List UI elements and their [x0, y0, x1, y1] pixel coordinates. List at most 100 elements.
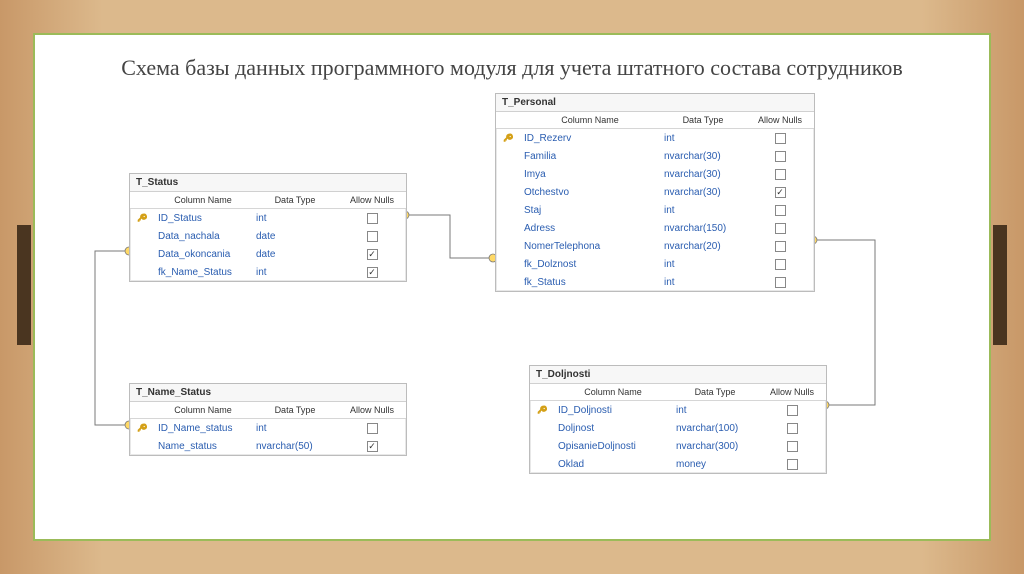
checkbox-icon — [775, 133, 786, 144]
table-row: fk_Dolznostint — [496, 255, 814, 273]
table-body: ID_RezervintFamilianvarchar(30)Imyanvarc… — [496, 129, 814, 291]
data-type-cell: nvarchar(150) — [660, 223, 746, 234]
table-header-row: Column Name Data Type Allow Nulls — [130, 192, 406, 209]
key-icon — [137, 423, 147, 433]
checkbox-icon — [775, 259, 786, 270]
checkbox-icon — [787, 405, 798, 416]
header-data-type: Data Type — [660, 112, 746, 128]
column-name-cell: fk_Status — [520, 277, 660, 288]
table-title: T_Name_Status — [130, 384, 406, 402]
primary-key-cell — [130, 423, 154, 433]
table-body: ID_DoljnostiintDoljnostnvarchar(100)Opis… — [530, 401, 826, 473]
column-name-cell: Doljnost — [554, 423, 672, 434]
checkbox-icon — [787, 459, 798, 470]
header-data-type: Data Type — [672, 384, 758, 400]
table-row: Adressnvarchar(150) — [496, 219, 814, 237]
allow-nulls-cell — [746, 187, 814, 198]
table-title: T_Personal — [496, 94, 814, 112]
table-row: Stajint — [496, 201, 814, 219]
table-t-doljnosti: T_Doljnosti Column Name Data Type Allow … — [529, 365, 827, 474]
table-body: ID_StatusintData_nachaladateData_okoncan… — [130, 209, 406, 281]
data-type-cell: money — [672, 459, 758, 470]
column-name-cell: ID_Rezerv — [520, 133, 660, 144]
checkbox-icon — [367, 267, 378, 278]
allow-nulls-cell — [758, 423, 826, 434]
checkbox-icon — [367, 441, 378, 452]
checkbox-icon — [775, 187, 786, 198]
checkbox-icon — [367, 231, 378, 242]
allow-nulls-cell — [338, 423, 406, 434]
header-allow-nulls: Allow Nulls — [746, 112, 814, 128]
allow-nulls-cell — [746, 205, 814, 216]
table-row: Familianvarchar(30) — [496, 147, 814, 165]
table-row: ID_Statusint — [130, 209, 406, 227]
column-name-cell: NomerTelephona — [520, 241, 660, 252]
data-type-cell: int — [660, 205, 746, 216]
table-row: OpisanieDoljnostinvarchar(300) — [530, 437, 826, 455]
checkbox-icon — [787, 441, 798, 452]
header-column-name: Column Name — [154, 192, 252, 208]
column-name-cell: Otchestvo — [520, 187, 660, 198]
slide-frame: Схема базы данных программного модуля дл… — [33, 33, 991, 541]
column-name-cell: Imya — [520, 169, 660, 180]
allow-nulls-cell — [746, 133, 814, 144]
checkbox-icon — [775, 151, 786, 162]
table-row: Data_okoncaniadate — [130, 245, 406, 263]
column-name-cell: Data_nachala — [154, 231, 252, 242]
column-name-cell: Adress — [520, 223, 660, 234]
column-name-cell: ID_Doljnosti — [554, 405, 672, 416]
table-row: Data_nachaladate — [130, 227, 406, 245]
table-row: NomerTelephonanvarchar(20) — [496, 237, 814, 255]
allow-nulls-cell — [758, 459, 826, 470]
data-type-cell: int — [252, 267, 338, 278]
header-column-name: Column Name — [520, 112, 660, 128]
key-icon — [503, 133, 513, 143]
allow-nulls-cell — [338, 249, 406, 260]
primary-key-cell — [130, 213, 154, 223]
checkbox-icon — [775, 205, 786, 216]
table-row: Otchestvonvarchar(30) — [496, 183, 814, 201]
checkbox-icon — [787, 423, 798, 434]
key-icon — [137, 213, 147, 223]
column-name-cell: OpisanieDoljnosti — [554, 441, 672, 452]
data-type-cell: date — [252, 249, 338, 260]
table-row: Imyanvarchar(30) — [496, 165, 814, 183]
table-row: Doljnostnvarchar(100) — [530, 419, 826, 437]
primary-key-cell — [496, 133, 520, 143]
primary-key-cell — [530, 405, 554, 415]
data-type-cell: nvarchar(30) — [660, 187, 746, 198]
allow-nulls-cell — [338, 441, 406, 452]
allow-nulls-cell — [338, 267, 406, 278]
table-row: Name_statusnvarchar(50) — [130, 437, 406, 455]
data-type-cell: nvarchar(300) — [672, 441, 758, 452]
header-key — [130, 402, 154, 418]
data-type-cell: int — [252, 213, 338, 224]
allow-nulls-cell — [338, 213, 406, 224]
checkbox-icon — [775, 169, 786, 180]
column-name-cell: Oklad — [554, 459, 672, 470]
table-row: Okladmoney — [530, 455, 826, 473]
table-row: ID_Rezervint — [496, 129, 814, 147]
header-data-type: Data Type — [252, 192, 338, 208]
allow-nulls-cell — [338, 231, 406, 242]
allow-nulls-cell — [758, 405, 826, 416]
table-row: fk_Statusint — [496, 273, 814, 291]
column-name-cell: ID_Name_status — [154, 423, 252, 434]
checkbox-icon — [775, 277, 786, 288]
table-title: T_Doljnosti — [530, 366, 826, 384]
data-type-cell: int — [252, 423, 338, 434]
checkbox-icon — [367, 423, 378, 434]
key-icon — [537, 405, 547, 415]
header-key — [496, 112, 520, 128]
allow-nulls-cell — [746, 259, 814, 270]
allow-nulls-cell — [746, 151, 814, 162]
table-header-row: Column Name Data Type Allow Nulls — [130, 402, 406, 419]
checkbox-icon — [367, 213, 378, 224]
data-type-cell: nvarchar(30) — [660, 151, 746, 162]
table-header-row: Column Name Data Type Allow Nulls — [496, 112, 814, 129]
header-column-name: Column Name — [154, 402, 252, 418]
data-type-cell: date — [252, 231, 338, 242]
table-title: T_Status — [130, 174, 406, 192]
allow-nulls-cell — [746, 169, 814, 180]
checkbox-icon — [775, 223, 786, 234]
